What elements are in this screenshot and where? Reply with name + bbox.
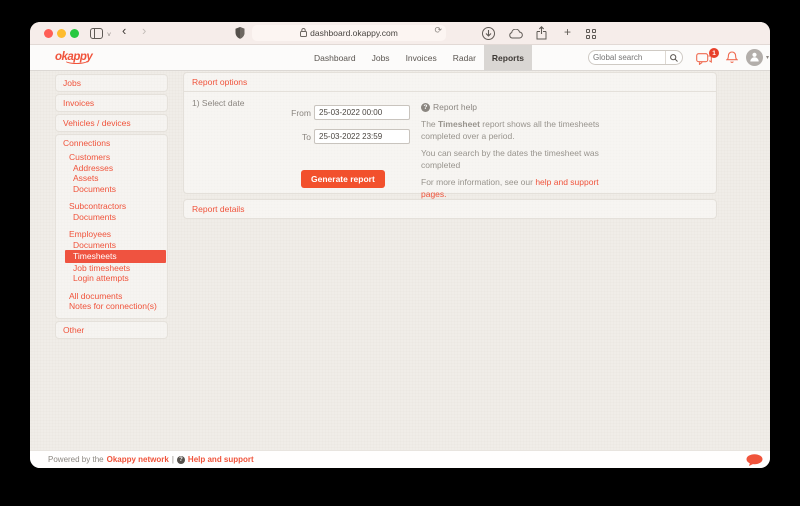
chevron-down-icon[interactable]: ˅: [107, 28, 111, 43]
report-help-label: Report help: [433, 102, 477, 112]
sidebar-item-vehicles-devices[interactable]: Vehicles / devices: [55, 114, 168, 132]
sidebar-item-connections[interactable]: Connections: [63, 138, 167, 152]
maximize-window-button[interactable]: [70, 29, 79, 38]
tab-jobs[interactable]: Jobs: [364, 45, 398, 71]
share-icon[interactable]: [536, 26, 547, 45]
sidebar-item-other[interactable]: Other: [55, 320, 168, 339]
help-p1-bold: Timesheet: [438, 119, 480, 129]
sidebar-item-login-attempts[interactable]: Login attempts: [63, 273, 167, 284]
page-content: Jobs Invoices Vehicles / devices Connect…: [30, 71, 770, 450]
privacy-shield-icon[interactable]: [235, 27, 245, 44]
sidebar-item-customers[interactable]: Customers: [63, 152, 167, 163]
sidebar-group-connections: Connections Customers Addresses Assets D…: [55, 134, 168, 319]
help-p1-pre: The: [421, 119, 439, 129]
search-button[interactable]: [665, 51, 682, 64]
okappy-logo[interactable]: okappy: [55, 51, 93, 64]
to-label: To: [302, 131, 311, 142]
sidebar-item-employees-documents[interactable]: Documents: [63, 240, 167, 251]
sidebar-item-assets[interactable]: Assets: [63, 173, 167, 184]
report-help-title: ? Report help: [421, 102, 603, 112]
tab-invoices[interactable]: Invoices: [398, 45, 445, 71]
search-icon: [670, 49, 678, 67]
cloud-icon[interactable]: [508, 28, 523, 44]
sidebar-toggle-icon[interactable]: [90, 28, 103, 44]
help-paragraph-2: You can search by the dates the timeshee…: [421, 148, 599, 170]
generate-report-button[interactable]: Generate report: [301, 170, 385, 188]
sidebar-item-invoices[interactable]: Invoices: [55, 94, 168, 112]
minimize-window-button[interactable]: [57, 29, 66, 38]
footer-powered-text: Powered by the: [48, 455, 104, 464]
question-circle-icon: ?: [421, 102, 430, 112]
okappy-network-link[interactable]: Okappy network: [107, 455, 169, 464]
sidebar-item-customers-documents[interactable]: Documents: [63, 184, 167, 195]
back-icon[interactable]: ‹: [122, 23, 126, 38]
main-nav: Dashboard Jobs Invoices Radar Reports: [306, 45, 533, 71]
user-avatar[interactable]: [746, 49, 763, 66]
browser-window: ˅ ‹ › dashboard.okappy.com ⟳ + okappy Da…: [30, 22, 770, 468]
chat-widget-icon[interactable]: [746, 454, 763, 468]
tab-radar[interactable]: Radar: [445, 45, 484, 71]
report-options-panel: Report options 1) Select date From To Ge…: [183, 72, 717, 199]
help-paragraph-3: For more information, see our help and s…: [421, 177, 603, 200]
sidebar-item-jobs[interactable]: Jobs: [55, 74, 168, 92]
sidebar-item-all-documents[interactable]: All documents: [63, 291, 167, 302]
report-options-title: Report options: [192, 77, 248, 87]
tab-overview-icon[interactable]: [586, 29, 596, 39]
address-bar[interactable]: dashboard.okappy.com ⟳: [252, 25, 446, 41]
url-text: dashboard.okappy.com: [310, 28, 398, 38]
footer-separator: |: [171, 455, 174, 464]
app-footer: Powered by the Okappy network | ? Help a…: [30, 450, 770, 468]
tab-dashboard[interactable]: Dashboard: [306, 45, 364, 71]
global-search: [588, 50, 683, 65]
tab-reports[interactable]: Reports: [483, 45, 533, 71]
report-help: ? Report help The Timesheet report shows…: [421, 102, 603, 206]
from-label: From: [291, 107, 311, 118]
forward-icon[interactable]: ›: [142, 23, 146, 38]
help-paragraph-1: The Timesheet report shows all the times…: [421, 119, 603, 142]
sidebar-item-employees[interactable]: Employees: [63, 229, 167, 240]
messages-badge: 1: [709, 48, 719, 58]
sidebar-item-subcontractors-documents[interactable]: Documents: [63, 212, 167, 223]
sidebar-item-addresses[interactable]: Addresses: [63, 163, 167, 174]
report-options-body: 1) Select date From To Generate report ?: [184, 91, 716, 199]
report-main: Report options 1) Select date From To Ge…: [183, 72, 717, 219]
browser-toolbar: ˅ ‹ › dashboard.okappy.com ⟳ +: [30, 22, 770, 45]
lock-icon: [300, 27, 308, 39]
help-p3-pre: For more information, see our: [421, 177, 536, 187]
search-input[interactable]: [589, 53, 665, 62]
sidebar-item-job-timesheets[interactable]: Job timesheets: [63, 263, 167, 274]
help-and-support-link[interactable]: Help and support: [188, 455, 254, 464]
help-circle-icon: ?: [176, 455, 185, 464]
sidebar-item-timesheets[interactable]: Timesheets: [65, 250, 166, 263]
new-tab-icon[interactable]: +: [564, 25, 571, 40]
sidebar: Jobs Invoices Vehicles / devices Connect…: [55, 74, 168, 341]
app-header: okappy Dashboard Jobs Invoices Radar Rep…: [30, 45, 770, 71]
to-date-row: To: [184, 129, 410, 144]
download-icon[interactable]: [482, 27, 495, 45]
messages-icon[interactable]: 1: [696, 48, 719, 70]
reload-icon[interactable]: ⟳: [434, 25, 442, 36]
sidebar-item-notes-for-connections[interactable]: Notes for connection(s): [63, 301, 167, 312]
from-date-row: From: [184, 105, 410, 120]
sidebar-item-subcontractors[interactable]: Subcontractors: [63, 201, 167, 212]
avatar-caret-icon[interactable]: ▾: [766, 54, 769, 61]
to-date-input[interactable]: [314, 129, 410, 144]
from-date-input[interactable]: [314, 105, 410, 120]
notifications-bell-icon[interactable]: [725, 51, 739, 69]
person-icon: [749, 49, 760, 67]
close-window-button[interactable]: [44, 29, 53, 38]
